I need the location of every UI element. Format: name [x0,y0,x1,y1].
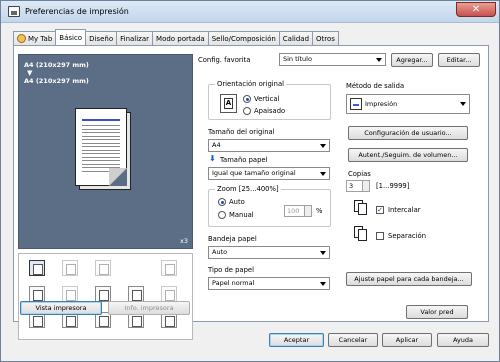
output-method-label: Método de salida [346,82,405,90]
zoom-auto-label: Auto [229,198,245,206]
orientation-group-title: Orientación original [215,80,287,88]
orientation-landscape-radio[interactable] [243,107,251,115]
tab-diseno[interactable]: Diseño [85,31,118,45]
adjust-paper-button[interactable]: Ajuste papel para cada bandeja... [346,272,472,286]
orientation-vertical-radio[interactable] [243,95,251,103]
tab-my-tab[interactable]: My Tab [13,31,57,45]
edit-favorite-button[interactable]: Editar... [438,53,480,67]
cancel-button[interactable]: Cancelar [328,333,378,347]
preview-page [75,108,127,186]
zoom-value-input[interactable]: 100 [284,205,312,217]
close-button[interactable]: ✕ [456,2,496,17]
copies-range: [1...9999] [376,182,410,190]
offset-checkbox[interactable] [376,232,384,240]
tab-basico[interactable]: Básico [55,29,87,45]
collate-label: Intercalar [388,206,421,214]
paper-size-label: Tamaño papel [220,156,268,164]
preview-copies-badge: x3 [180,237,188,245]
print-preview: A4 (210x297 mm) ▼ A4 (210x297 mm) x3 [18,54,193,249]
help-button[interactable]: Ayuda [437,333,489,347]
chevron-down-icon [376,58,382,62]
copies-value: 3 [349,182,354,190]
tab-finalizar[interactable]: Finalizar [116,31,154,45]
title-bar: Preferencias de impresión ✕ [1,1,499,23]
printer-side-icon[interactable] [29,286,45,302]
fax-icon [62,260,78,276]
favorite-config-label: Config. favorita [198,56,251,64]
paper-size-value: Igual que tamaño original [212,169,296,177]
document-copy-icon [161,260,177,276]
paper-tray-label: Bandeja papel [208,235,257,243]
offset-label: Separación [388,232,427,240]
chevron-down-icon [320,251,326,255]
portrait-orientation-icon: A [220,94,237,113]
staple-icon[interactable] [128,286,144,302]
zoom-value: 100 [287,207,300,215]
fold-icon [161,286,177,302]
tab-sello-composicion[interactable]: Sello/Composición [207,31,280,45]
zoom-manual-radio[interactable] [218,211,226,219]
tab-otros[interactable]: Otros [312,31,339,45]
auth-volume-button[interactable]: Autent./Seguim. de volumen... [348,148,468,162]
basic-tab-panel: A4 (210x297 mm) ▼ A4 (210x297 mm) x3 Vis… [13,45,489,340]
user-icon [17,34,26,43]
chevron-down-icon [320,172,326,176]
copies-input[interactable]: 3 [346,180,370,192]
paper-type-label: Tipo de papel [208,266,254,274]
paper-tray-select[interactable]: Auto [208,246,330,259]
print-preferences-window: Preferencias de impresión ✕ My Tab Básic… [0,0,500,362]
arrow-down-icon: ⬇ [209,154,216,163]
tab-calidad[interactable]: Calidad [278,31,314,45]
zoom-auto-radio[interactable] [218,198,226,206]
zoom-group-title: Zoom [25...400%] [215,185,281,193]
zoom-unit: % [316,207,323,215]
preview-original-size: A4 (210x297 mm) [24,61,89,69]
original-size-select[interactable]: A4 [208,139,330,152]
paper-type-value: Papel normal [212,279,255,287]
paper-type-select[interactable]: Papel normal [208,277,330,290]
finisher-icon [95,260,111,276]
collate-checkbox[interactable]: ✓ [376,206,384,214]
printer-info-button[interactable]: Info. impresora [108,301,190,315]
orientation-vertical-label: Vertical [254,95,280,103]
page-fold-icon [109,168,127,186]
spinner-arrows-icon [362,181,369,191]
paper-tray-value: Auto [212,248,228,256]
accept-button[interactable]: Aceptar [269,333,324,347]
punch-icon [62,286,78,302]
apply-button[interactable]: Aplicar [382,333,432,347]
tab-modo-portada[interactable]: Modo portada [152,31,209,45]
window-title: Preferencias de impresión [25,7,129,16]
preview-arrow-icon: ▼ [27,69,33,77]
preview-paper-size: A4 (210x297 mm) [24,77,89,85]
favorite-config-value: Sin título [283,55,312,63]
tab-label: My Tab [28,34,53,43]
device-icon-grid [18,253,193,340]
chevron-down-icon [460,102,466,106]
orientation-landscape-label: Apaisado [254,107,286,115]
default-value-button[interactable]: Valor pred [406,305,468,319]
output-method-value: Impresión [365,100,398,108]
chevron-down-icon [320,282,326,286]
printer-view-button[interactable]: Vista impresora [20,301,102,315]
tray-output-icon[interactable] [29,260,45,276]
tab-strip: My Tab Básico Diseño Finalizar Modo port… [13,29,339,45]
original-size-value: A4 [212,141,221,149]
favorite-config-select[interactable]: Sin título [279,53,386,66]
zoom-group: Zoom [25...400%] [208,185,331,227]
spinner-arrows-icon [304,206,311,216]
original-size-label: Tamaño del original [208,128,275,136]
paper-size-select[interactable]: Igual que tamaño original [208,167,330,180]
print-output-icon [350,98,362,110]
chevron-down-icon [320,144,326,148]
printer-icon [8,6,20,17]
add-favorite-button[interactable]: Agregar... [391,53,433,67]
user-settings-button[interactable]: Configuración de usuario... [348,126,468,140]
copies-label: Copias [348,170,371,178]
output-method-select[interactable]: Impresión [346,94,470,114]
collate-pages-icon [354,200,370,217]
booklet-icon[interactable] [95,286,111,302]
zoom-manual-label: Manual [229,211,254,219]
offset-pages-icon [354,226,370,243]
